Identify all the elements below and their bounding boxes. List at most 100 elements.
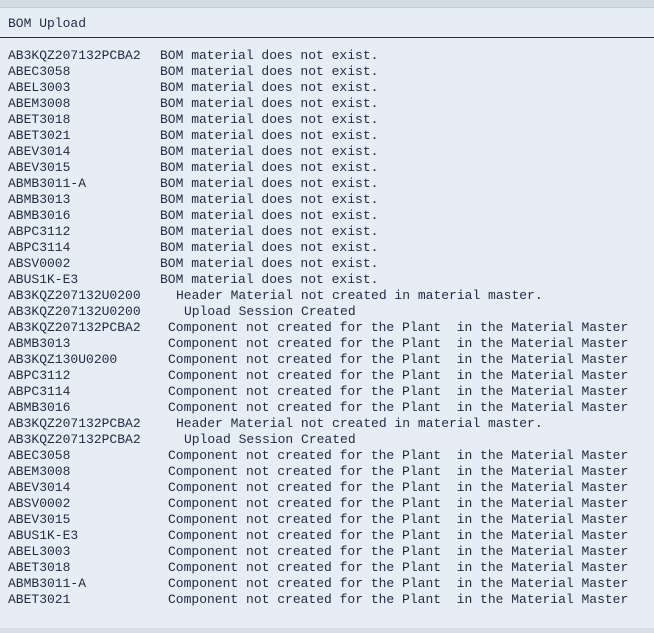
log-row: ABPC3112 Component not created for the Pl… [0, 368, 654, 384]
material-number: ABUS1K-E3 [8, 272, 79, 287]
log-message: Component not created for the Plant in t… [168, 320, 629, 335]
log-row: ABEV3014 BOM material does not exist. [0, 144, 654, 160]
material-number: AB3KQZ130U0200 [8, 352, 118, 367]
log-message: BOM material does not exist. [160, 192, 379, 207]
log-row: ABMB3016 BOM material does not exist. [0, 208, 654, 224]
log-message: BOM material does not exist. [160, 160, 379, 175]
log-row: AB3KQZ130U0200 Component not created for … [0, 352, 654, 368]
material-number: AB3KQZ207132PCBA2 [8, 432, 141, 447]
log-message: BOM material does not exist. [160, 256, 379, 271]
log-row: AB3KQZ207132U0200 Header Material not cre… [0, 288, 654, 304]
title-underline [0, 37, 654, 38]
log-row: ABPC3112 BOM material does not exist. [0, 224, 654, 240]
window-bottom-bar [0, 628, 654, 633]
log-row: AB3KQZ207132PCBA2 Header Material not cre… [0, 416, 654, 432]
log-message: Component not created for the Plant in t… [168, 400, 629, 415]
log-row: ABEC3058 BOM material does not exist. [0, 64, 654, 80]
log-message: Component not created for the Plant in t… [168, 512, 629, 527]
log-row: ABEC3058 Component not created for the Pl… [0, 448, 654, 464]
material-number: ABEC3058 [8, 448, 71, 463]
log-message: Component not created for the Plant in t… [168, 448, 629, 463]
log-message: BOM material does not exist. [160, 80, 379, 95]
log-row: ABPC3114 Component not created for the Pl… [0, 384, 654, 400]
log-message: Component not created for the Plant in t… [168, 480, 629, 495]
material-number: ABET3018 [8, 112, 71, 127]
material-number: ABEM3008 [8, 96, 71, 111]
log-row: ABEM3008 Component not created for the Pl… [0, 464, 654, 480]
log-row: AB3KQZ207132PCBA2 BOM material does not e… [0, 48, 654, 64]
material-number: ABEM3008 [8, 464, 71, 479]
material-number: ABPC3112 [8, 224, 71, 239]
log-message: Component not created for the Plant in t… [168, 336, 629, 351]
log-message: BOM material does not exist. [160, 224, 379, 239]
material-number: ABMB3016 [8, 208, 71, 223]
log-message: BOM material does not exist. [160, 208, 379, 223]
material-number: ABEL3003 [8, 80, 71, 95]
log-message: Header Material not created in material … [176, 288, 543, 303]
log-message: BOM material does not exist. [160, 96, 379, 111]
log-row: ABMB3016 Component not created for the Pl… [0, 400, 654, 416]
material-number: AB3KQZ207132U0200 [8, 304, 141, 319]
log-message: Component not created for the Plant in t… [168, 496, 629, 511]
log-message: BOM material does not exist. [160, 48, 379, 63]
log-row: AB3KQZ207132PCBA2 Upload Session Created [0, 432, 654, 448]
log-row: ABEL3003 Component not created for the Pl… [0, 544, 654, 560]
log-row: ABMB3013 Component not created for the Pl… [0, 336, 654, 352]
upload-log-list: AB3KQZ207132PCBA2 BOM material does not e… [0, 48, 654, 608]
log-row: ABEL3003 BOM material does not exist. [0, 80, 654, 96]
log-row: ABEV3015 BOM material does not exist. [0, 160, 654, 176]
log-message: Component not created for the Plant in t… [168, 384, 629, 399]
material-number: ABPC3112 [8, 368, 71, 383]
log-message: Component not created for the Plant in t… [168, 368, 629, 383]
log-message: Header Material not created in material … [176, 416, 543, 431]
material-number: ABET3018 [8, 560, 71, 575]
log-row: ABUS1K-E3 Component not created for the P… [0, 528, 654, 544]
log-message: BOM material does not exist. [160, 176, 379, 191]
material-number: ABET3021 [8, 592, 71, 607]
log-message: Upload Session Created [184, 432, 356, 447]
log-message: Component not created for the Plant in t… [168, 464, 629, 479]
log-message: Component not created for the Plant in t… [168, 592, 629, 607]
log-row: ABMB3013 BOM material does not exist. [0, 192, 654, 208]
log-message: Upload Session Created [184, 304, 356, 319]
log-message: Component not created for the Plant in t… [168, 528, 629, 543]
material-number: ABPC3114 [8, 384, 71, 399]
material-number: ABEC3058 [8, 64, 71, 79]
material-number: ABMB3013 [8, 336, 71, 351]
material-number: ABUS1K-E3 [8, 528, 79, 543]
material-number: ABMB3011-A [8, 176, 87, 191]
log-row: ABPC3114 BOM material does not exist. [0, 240, 654, 256]
material-number: ABEL3003 [8, 544, 71, 559]
material-number: ABMB3016 [8, 400, 71, 415]
log-row: ABSV0002 BOM material does not exist. [0, 256, 654, 272]
log-message: BOM material does not exist. [160, 144, 379, 159]
log-message: Component not created for the Plant in t… [168, 544, 629, 559]
log-row: ABUS1K-E3 BOM material does not exist. [0, 272, 654, 288]
log-message: BOM material does not exist. [160, 64, 379, 79]
window-top-bar [0, 0, 654, 8]
material-number: ABEV3015 [8, 160, 71, 175]
log-message: BOM material does not exist. [160, 272, 379, 287]
material-number: ABSV0002 [8, 496, 71, 511]
log-message: BOM material does not exist. [160, 128, 379, 143]
log-row: AB3KQZ207132PCBA2 Component not created f… [0, 320, 654, 336]
material-number: ABPC3114 [8, 240, 71, 255]
material-number: ABEV3014 [8, 480, 71, 495]
log-row: AB3KQZ207132U0200 Upload Session Created [0, 304, 654, 320]
log-row: ABSV0002 Component not created for the Pl… [0, 496, 654, 512]
material-number: ABMB3011-A [8, 576, 87, 591]
log-row: ABET3018 BOM material does not exist. [0, 112, 654, 128]
material-number: AB3KQZ207132U0200 [8, 288, 141, 303]
log-row: ABET3021 Component not created for the Pl… [0, 592, 654, 608]
log-message: BOM material does not exist. [160, 112, 379, 127]
log-row: ABEV3014 Component not created for the Pl… [0, 480, 654, 496]
log-row: ABMB3011-A Component not created for the … [0, 576, 654, 592]
material-number: ABEV3014 [8, 144, 71, 159]
log-message: Component not created for the Plant in t… [168, 560, 629, 575]
material-number: ABSV0002 [8, 256, 71, 271]
log-message: BOM material does not exist. [160, 240, 379, 255]
log-row: ABET3021 BOM material does not exist. [0, 128, 654, 144]
log-row: ABET3018 Component not created for the Pl… [0, 560, 654, 576]
log-row: ABEM3008 BOM material does not exist. [0, 96, 654, 112]
log-message: Component not created for the Plant in t… [168, 352, 629, 367]
